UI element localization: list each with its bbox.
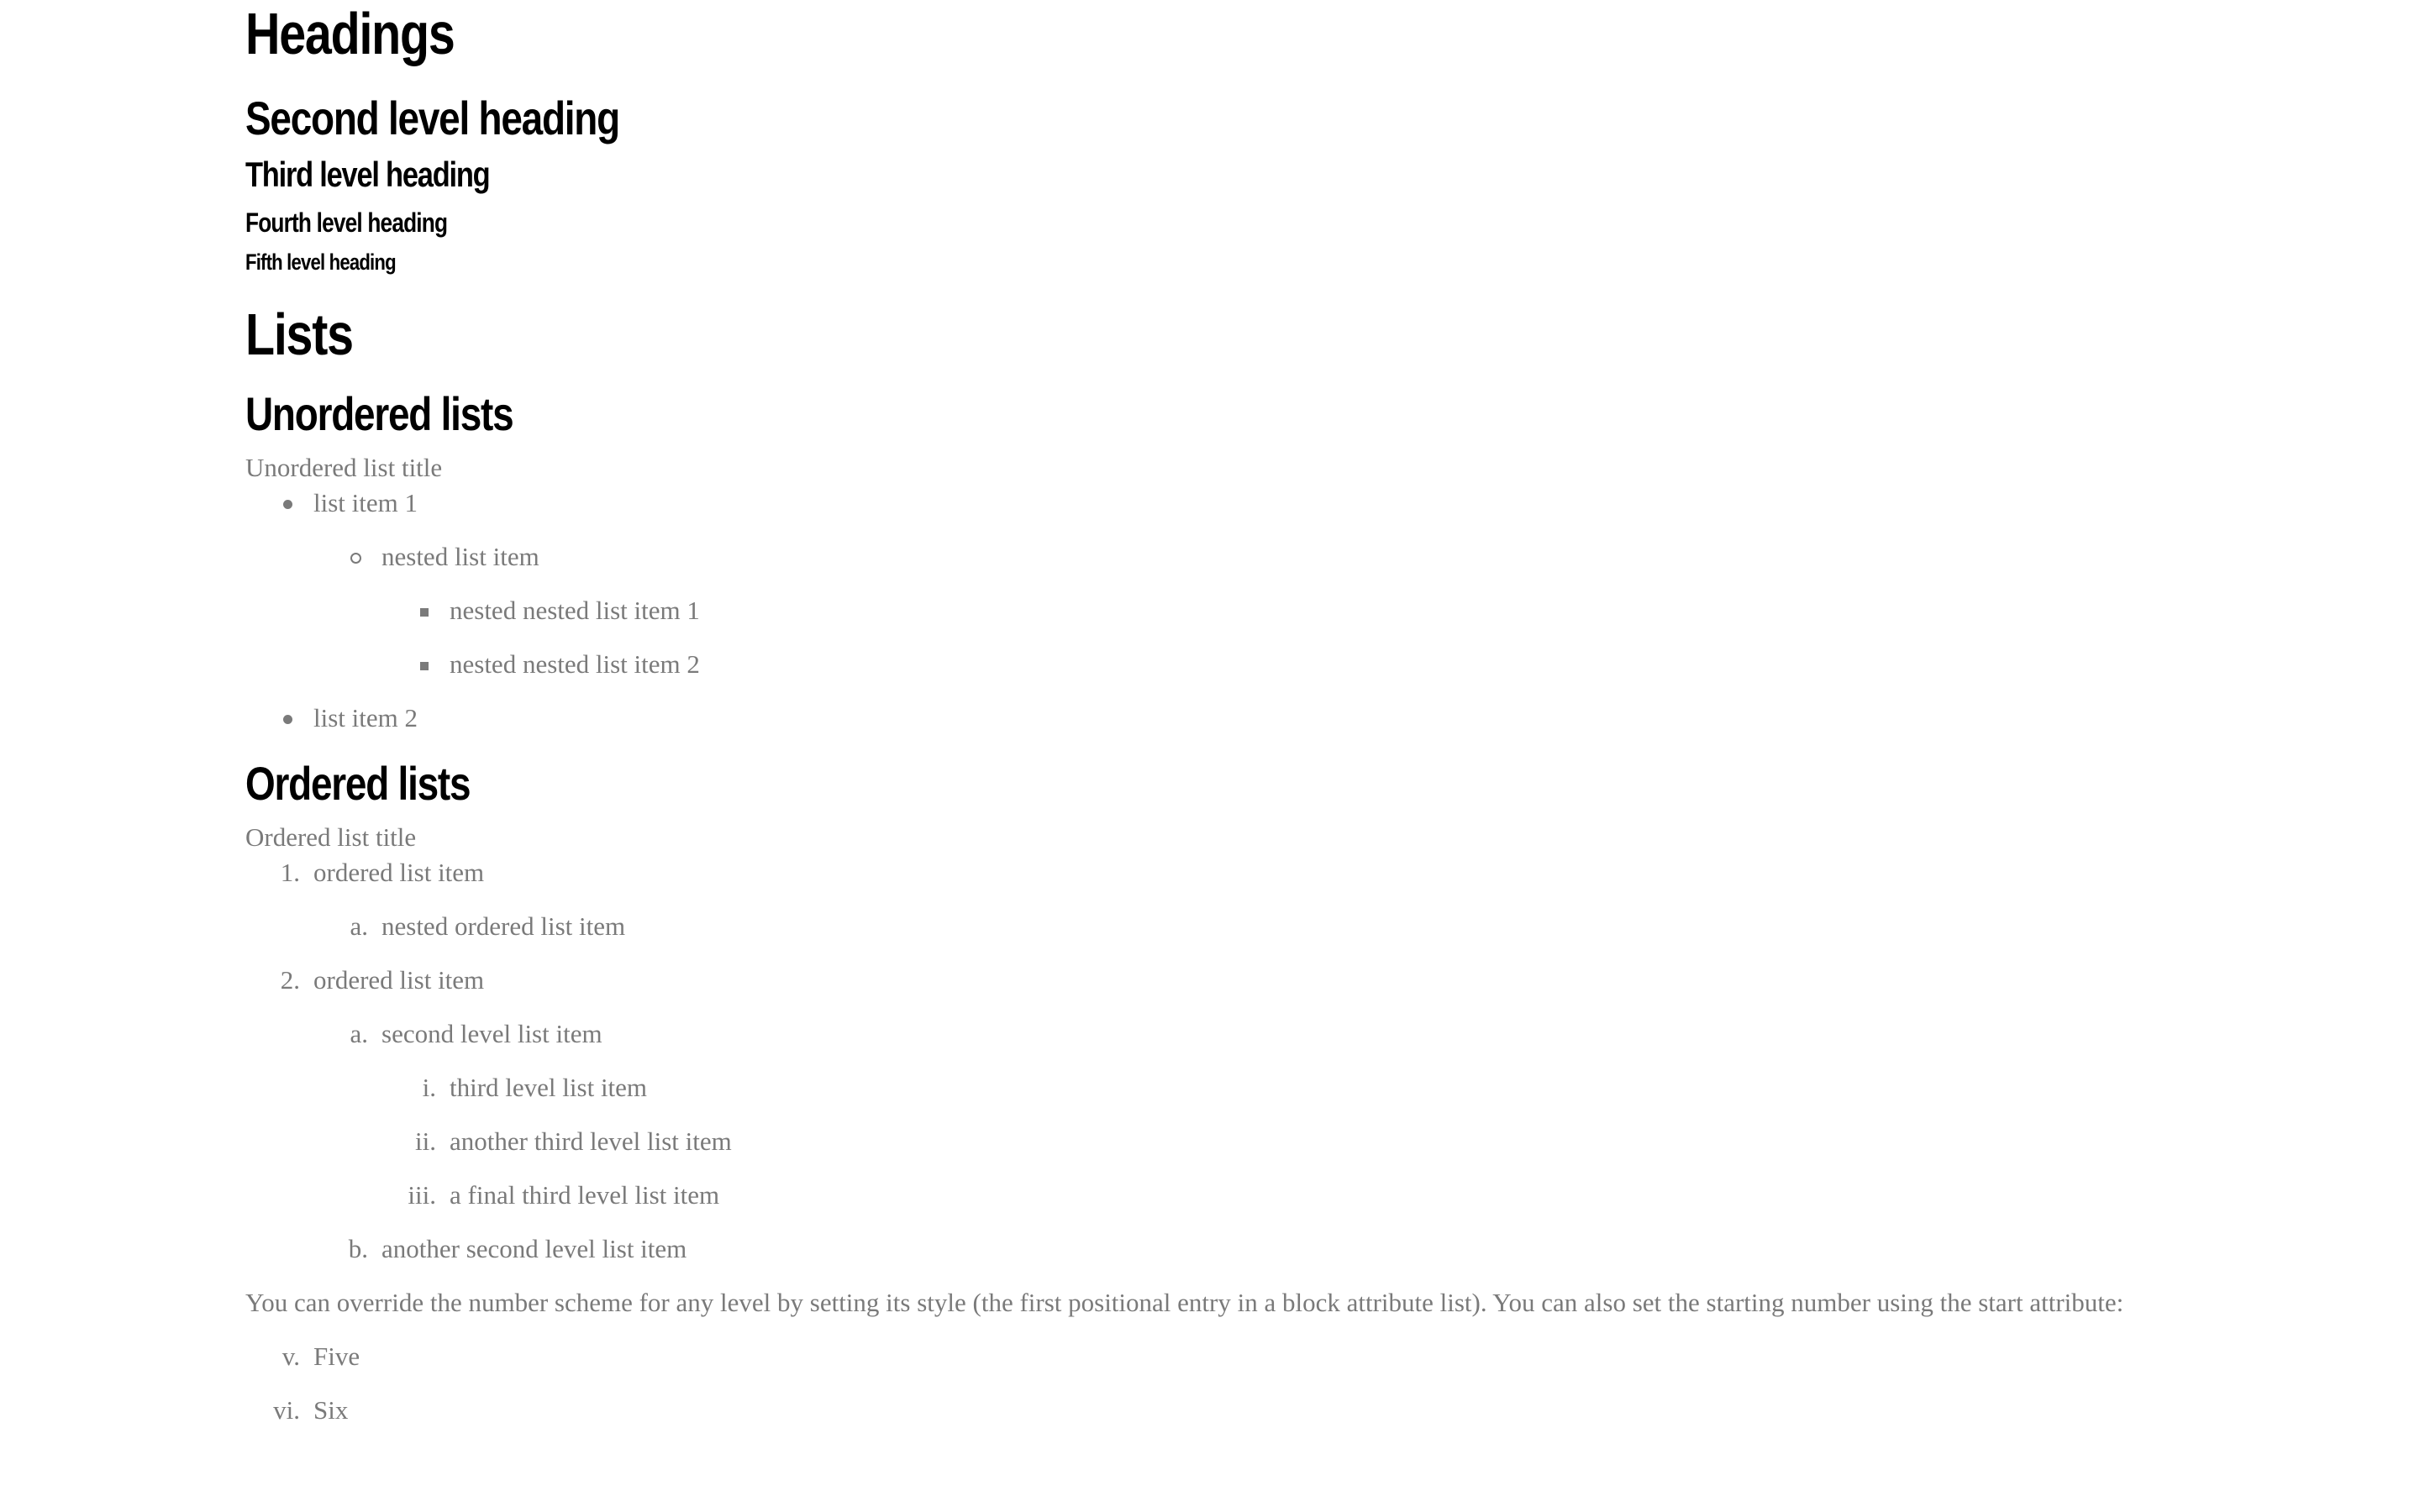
list-item-text: Five <box>313 1341 360 1371</box>
list-marker: 1. <box>280 858 300 887</box>
nested-nested-list-item: nested nested list item 1 <box>245 593 2178 628</box>
disc-bullet-icon <box>283 500 292 509</box>
list-item-text: ordered list item <box>313 858 485 887</box>
heading-h1: Headings <box>245 1 455 66</box>
ordered-list-item: i. third level list item <box>245 1070 2178 1105</box>
ordered-list-item: iii. a final third level list item <box>245 1178 2178 1213</box>
nested-list-item: nested list item <box>245 539 2178 575</box>
list-marker: i. <box>422 1073 436 1102</box>
list-item-text: list item 1 <box>313 488 418 517</box>
unordered-list: list item 1 nested list item nested nest… <box>245 486 2178 736</box>
list-item: list item 2 <box>245 701 2178 736</box>
ordered-list: 1. ordered list item a. nested ordered l… <box>245 855 2178 1267</box>
list-item-text: second level list item <box>381 1019 602 1048</box>
heading-h3: Third level heading <box>245 155 491 194</box>
page: Headings Second level heading Third leve… <box>0 0 2420 1512</box>
list-item-text: ordered list item <box>313 965 485 995</box>
override-paragraph: You can override the number scheme for a… <box>245 1288 2124 1317</box>
roman-ordered-list: v. Five vi. Six <box>245 1339 2178 1428</box>
list-marker: b. <box>348 1234 368 1263</box>
disc-bullet-icon <box>283 715 292 724</box>
list-marker: v. <box>281 1341 300 1371</box>
ordered-lists-heading: Ordered lists <box>245 757 471 810</box>
list-marker: a. <box>350 911 368 941</box>
list-marker: a. <box>350 1019 368 1048</box>
list-item-text: list item 2 <box>313 703 418 732</box>
ordered-list-item: 1. ordered list item <box>245 855 2178 890</box>
list-item-text: nested list item <box>381 542 539 571</box>
heading-h5: Fifth level heading <box>245 249 397 275</box>
list-item-text: nested nested list item 2 <box>450 649 700 679</box>
circle-bullet-icon <box>350 553 361 564</box>
ordered-list-item: v. Five <box>245 1339 2178 1374</box>
list-marker: vi. <box>273 1395 300 1425</box>
unordered-lists-heading: Unordered lists <box>245 387 514 440</box>
heading-h2: Second level heading <box>245 92 620 144</box>
list-item-text: another second level list item <box>381 1234 687 1263</box>
ordered-list-item: vi. Six <box>245 1393 2178 1428</box>
list-item-text: another third level list item <box>450 1126 732 1156</box>
ordered-list-item: a. nested ordered list item <box>245 909 2178 944</box>
ordered-list-item: b. another second level list item <box>245 1231 2178 1267</box>
list-item-text: nested ordered list item <box>381 911 626 941</box>
ordered-list-title: Ordered list title <box>245 822 417 852</box>
square-bullet-icon <box>420 608 429 617</box>
list-item: list item 1 <box>245 486 2178 521</box>
list-item-text: nested nested list item 1 <box>450 596 700 625</box>
list-marker: 2. <box>280 965 300 995</box>
document-body: Headings Second level heading Third leve… <box>245 0 2178 1428</box>
ordered-list-item: ii. another third level list item <box>245 1124 2178 1159</box>
list-item-text: a final third level list item <box>450 1180 720 1210</box>
unordered-list-title: Unordered list title <box>245 453 443 482</box>
square-bullet-icon <box>420 662 429 670</box>
list-item-text: third level list item <box>450 1073 648 1102</box>
ordered-list-item: a. second level list item <box>245 1016 2178 1052</box>
nested-nested-list-item: nested nested list item 2 <box>245 647 2178 682</box>
list-marker: ii. <box>415 1126 436 1156</box>
list-item-text: Six <box>313 1395 349 1425</box>
lists-section-title: Lists <box>245 302 354 367</box>
ordered-list-item: 2. ordered list item <box>245 963 2178 998</box>
heading-h4: Fourth level heading <box>245 207 448 238</box>
list-marker: iii. <box>408 1180 436 1210</box>
